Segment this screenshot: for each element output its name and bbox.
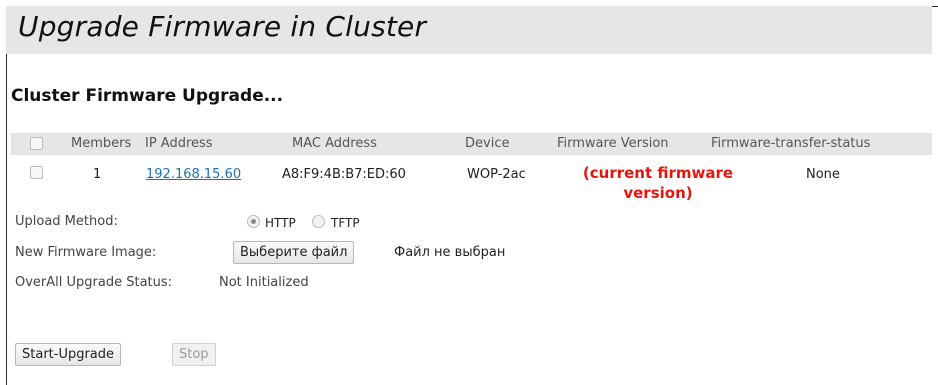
header-mac-address: MAC Address [292,136,377,151]
radio-http[interactable] [247,215,260,228]
firmware-image-label: New Firmware Image: [15,245,157,260]
file-status-text: Файл не выбран [394,245,506,260]
overall-status-value: Not Initialized [219,275,309,290]
firmware-version-line1: (current firmware [582,164,734,182]
firmware-version-line2: version) [623,184,693,202]
content-frame [6,6,938,385]
header-ip-address: IP Address [145,136,213,151]
select-all-checkbox[interactable] [30,137,43,150]
start-upgrade-button[interactable]: Start-Upgrade [15,343,122,366]
upload-method-label: Upload Method: [15,214,118,229]
section-title: Cluster Firmware Upgrade... [11,86,284,106]
overall-status-label: OverAll Upgrade Status: [15,275,173,290]
row-ip-address-link[interactable]: 192.168.15.60 [146,167,241,182]
radio-tftp-label: TFTP [331,216,360,230]
table-header: Members IP Address MAC Address Device Fi… [11,133,932,155]
stop-button[interactable]: Stop [172,343,216,366]
header-members: Members [71,136,132,151]
row-transfer-status: None [806,167,840,182]
header-firmware-version: Firmware Version [557,136,669,151]
row-mac-address: A8:F9:4B:B7:ED:60 [282,167,406,182]
row-device: WOP-2ac [467,167,526,182]
row-select-checkbox[interactable] [30,166,43,179]
header-device: Device [465,136,510,151]
radio-http-label: HTTP [265,216,296,230]
header-transfer-status: Firmware-transfer-status [711,136,871,151]
radio-tftp[interactable] [312,215,325,228]
choose-file-button[interactable]: Выберите файл [233,241,355,264]
page-header: Upgrade Firmware in Cluster [6,6,932,54]
row-members: 1 [93,167,102,182]
row-firmware-version: (current firmware version) [553,163,763,203]
page-title: Upgrade Firmware in Cluster [18,10,427,43]
